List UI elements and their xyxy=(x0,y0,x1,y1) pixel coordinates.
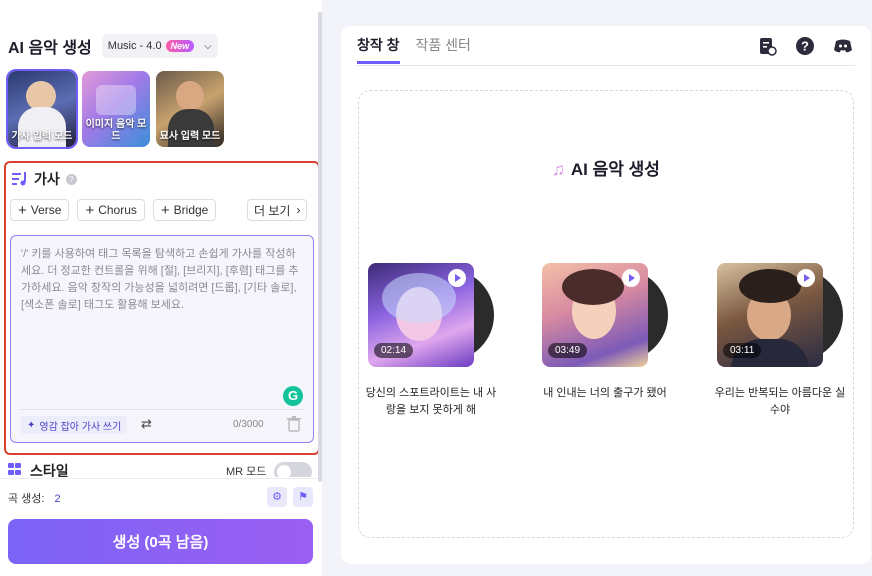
chevron-right-icon: › xyxy=(296,203,301,217)
mode-description[interactable]: 묘사 입력 모드 xyxy=(156,71,224,147)
tag-label: Bridge xyxy=(173,203,209,217)
discord-icon[interactable] xyxy=(833,36,853,56)
plus-icon: + xyxy=(85,201,95,219)
svg-text:?: ? xyxy=(801,39,809,54)
shuffle-icon[interactable]: ⇄ xyxy=(141,416,152,432)
inspire-lyrics-button[interactable]: ✦ 영감 잡아 가사 쓰기 xyxy=(21,416,128,434)
style-icon xyxy=(8,463,22,475)
song-count: 곡 생성: 2 xyxy=(8,490,61,506)
help-icon[interactable]: ? xyxy=(65,173,77,185)
tab-works-center[interactable]: 작품 센터 xyxy=(416,34,471,64)
more-tags-button[interactable]: 더 보기 › xyxy=(247,199,308,221)
mode-label: 묘사 입력 모드 xyxy=(159,131,221,142)
lyrics-header: 가사 ? xyxy=(12,169,77,189)
song-count-label: 곡 생성: xyxy=(8,493,45,505)
mode-image[interactable]: 이미지 음악 모드 xyxy=(82,71,150,147)
play-icon[interactable] xyxy=(448,269,466,287)
chevron-down-icon: ⌵ xyxy=(204,40,212,52)
plus-icon: + xyxy=(160,201,170,219)
mode-label: 가사 입력 모드 xyxy=(11,131,73,142)
mode-selector: 가사 입력 모드 이미지 음악 모드 묘사 입력 모드 xyxy=(6,69,224,149)
model-select[interactable]: Music - 4.0 New ⌵ xyxy=(101,34,218,58)
header: AI 음악 생성 Music - 4.0 New ⌵ xyxy=(8,34,218,58)
left-panel: AI 음악 생성 Music - 4.0 New ⌵ 가사 입력 모드 이미지 … xyxy=(0,0,322,576)
divider xyxy=(357,65,855,66)
music-note-icon: ♫ xyxy=(552,160,565,179)
sparkle-icon: ✦ xyxy=(27,419,36,431)
generate-button[interactable]: 생성 (0곡 남음) xyxy=(8,519,313,564)
inspire-label: 영감 잡아 가사 쓰기 xyxy=(39,421,122,433)
song-count-value: 2 xyxy=(54,493,61,505)
gallery-title: ♫ AI 음악 생성 xyxy=(359,155,853,180)
tag-label: Chorus xyxy=(98,203,137,217)
right-panel: 창작 창 작품 센터 ? ♫ AI 음악 생성 02:14 당신의 스포트라이트… xyxy=(341,26,871,564)
history-icon[interactable] xyxy=(757,36,777,56)
char-counter: 0/3000 xyxy=(233,419,264,430)
tag-bridge-button[interactable]: + Bridge xyxy=(152,199,217,221)
mr-mode-label: MR 모드 xyxy=(226,466,267,477)
grammarly-icon[interactable]: G xyxy=(283,386,303,406)
question-icon[interactable]: ? xyxy=(795,36,815,56)
lyrics-input[interactable]: '/' 키를 사용하여 태그 목록을 탐색하고 손쉽게 가사를 작성하세요. 더… xyxy=(10,235,314,443)
play-icon[interactable] xyxy=(797,269,815,287)
tag-label: Verse xyxy=(30,203,62,217)
tag-chorus-button[interactable]: + Chorus xyxy=(77,199,145,221)
lyrics-title: 가사 xyxy=(34,171,60,187)
lyrics-placeholder: '/' 키를 사용하여 태그 목록을 탐색하고 손쉽게 가사를 작성하세요. 더… xyxy=(21,248,299,311)
mode-lyrics[interactable]: 가사 입력 모드 xyxy=(6,69,78,149)
song-caption: 내 인내는 너의 출구가 됐어 xyxy=(543,387,667,399)
new-badge: New xyxy=(165,40,195,52)
tag-buttons: + Verse + Chorus + Bridge xyxy=(10,199,217,221)
play-icon[interactable] xyxy=(622,269,640,287)
divider xyxy=(19,409,305,410)
style-title: 스타일 xyxy=(30,463,69,477)
gallery-title-text: AI 음악 생성 xyxy=(570,160,660,179)
song-duration: 03:49 xyxy=(548,343,588,358)
toolbar: ? xyxy=(757,36,853,56)
more-label: 더 보기 xyxy=(254,203,291,218)
page-title: AI 음악 생성 xyxy=(8,40,92,57)
trash-icon[interactable] xyxy=(287,416,301,432)
style-section: 스타일 MR 모드 xyxy=(8,461,314,477)
divider xyxy=(0,478,318,479)
plus-icon: + xyxy=(18,201,27,219)
lock-icon[interactable]: ⚑ xyxy=(293,487,313,507)
scrollbar[interactable] xyxy=(318,12,322,482)
mr-mode-toggle[interactable] xyxy=(274,462,312,477)
example-gallery: ♫ AI 음악 생성 02:14 당신의 스포트라이트는 내 사랑을 보지 못하게… xyxy=(358,90,854,538)
song-duration: 03:11 xyxy=(723,343,762,358)
mode-label: 이미지 음악 모드 xyxy=(85,119,147,142)
tab-create[interactable]: 창작 창 xyxy=(357,34,400,64)
lyrics-section: 가사 ? + Verse + Chorus + Bridge 더 보기 › '/' 키… xyxy=(4,161,320,455)
tag-verse-button[interactable]: + Verse xyxy=(10,199,70,221)
song-caption: 우리는 반복되는 아름다운 실수야 xyxy=(714,387,846,416)
song-caption: 당신의 스포트라이트는 내 사랑을 보지 못하게 해 xyxy=(365,387,497,416)
settings-icon[interactable]: ⚙ xyxy=(267,487,287,507)
tabs: 창작 창 작품 센터 xyxy=(357,34,471,64)
model-name: Music - 4.0 xyxy=(107,40,162,52)
music-note-icon xyxy=(12,172,26,186)
song-duration: 02:14 xyxy=(374,343,414,358)
